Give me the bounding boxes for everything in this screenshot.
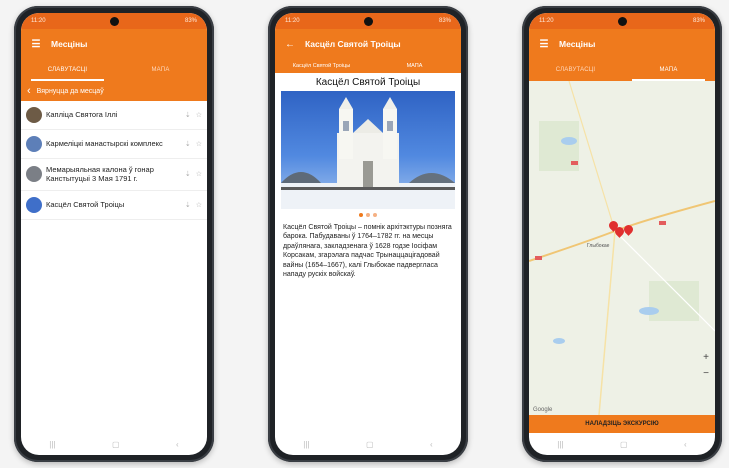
tab-sights[interactable]: СЛАВУТАСЦІ — [529, 59, 622, 81]
church-illustration — [281, 97, 455, 209]
system-nav-bar: ||| ▢ ‹ — [275, 433, 461, 455]
download-icon[interactable]: ⇣ — [185, 170, 191, 178]
tab-map[interactable]: МАПА — [368, 59, 461, 73]
list-item[interactable]: Капліца Святога Іллі ⇣ ☆ — [21, 101, 207, 130]
front-camera — [618, 17, 627, 26]
phone-list: 11:20 83% ☰ Месціны СЛАВУТАСЦІ МАПА ‹ Вя… — [14, 6, 214, 462]
star-icon[interactable]: ☆ — [196, 201, 202, 209]
chevron-left-icon: ‹ — [27, 85, 31, 97]
chapel-thumbnail-icon — [26, 107, 42, 123]
app-title: Месціны — [559, 39, 596, 49]
map-roads — [529, 80, 715, 416]
recents-icon[interactable]: ||| — [557, 440, 563, 449]
carousel-dots — [275, 209, 461, 221]
home-icon[interactable]: ▢ — [112, 440, 120, 449]
status-battery: 83% — [184, 18, 197, 24]
zoom-out-button[interactable]: − — [703, 368, 709, 379]
church-photo[interactable] — [281, 91, 455, 209]
status-time: 11:20 — [285, 18, 300, 24]
carousel-dot[interactable] — [373, 213, 377, 217]
home-icon[interactable]: ▢ — [366, 440, 374, 449]
screen-detail: 11:20 83% ← Касцёл Святой Троіцы Касцёл … — [275, 13, 461, 455]
back-icon[interactable]: ‹ — [684, 440, 687, 449]
app-bar: ☰ Месціны — [529, 29, 715, 59]
status-battery: 83% — [438, 18, 451, 24]
front-camera — [110, 17, 119, 26]
download-icon[interactable]: ⇣ — [185, 201, 191, 209]
status-time: 11:20 — [539, 18, 554, 24]
carousel-dot[interactable] — [359, 213, 363, 217]
tab-map[interactable]: МАПА — [114, 59, 207, 81]
back-icon[interactable]: ‹ — [176, 440, 179, 449]
app-bar: ← Касцёл Святой Троіцы — [275, 29, 461, 59]
tab-bar: СЛАВУТАСЦІ МАПА — [529, 59, 715, 81]
screen-map: 11:20 83% ☰ Месціны СЛАВУТАСЦІ МАПА Глыб… — [529, 13, 715, 455]
recents-icon[interactable]: ||| — [303, 440, 309, 449]
tab-sights[interactable]: Касцёл Святой Троіцы — [275, 59, 368, 73]
place-name: Мемарыяльная калона ў гонар Канстытуцыі … — [46, 165, 154, 184]
list-item[interactable]: Кармеліцкі манастырскі комплекс ⇣ ☆ — [21, 130, 207, 159]
screen-list: 11:20 83% ☰ Месціны СЛАВУТАСЦІ МАПА ‹ Вя… — [21, 13, 207, 455]
tab-bar: СЛАВУТАСЦІ МАПА — [21, 59, 207, 81]
app-bar: ☰ Месціны — [21, 29, 207, 59]
setup-tour-button[interactable]: НАЛАДЗІЦЬ ЭКСКУРСІЮ — [529, 415, 715, 433]
carousel-dot[interactable] — [366, 213, 370, 217]
back-icon[interactable]: ‹ — [430, 440, 433, 449]
tab-sights[interactable]: СЛАВУТАСЦІ — [21, 59, 114, 81]
back-label: Вярнуцца да месцаў — [36, 87, 104, 95]
download-icon[interactable]: ⇣ — [185, 140, 191, 148]
star-icon[interactable]: ☆ — [196, 170, 202, 178]
column-thumbnail-icon — [26, 166, 42, 183]
map-view[interactable]: Глыбокае + − Google — [529, 80, 715, 416]
menu-icon[interactable]: ☰ — [29, 39, 43, 50]
back-to-places[interactable]: ‹ Вярнуцца да месцаў — [21, 81, 207, 101]
system-nav-bar: ||| ▢ ‹ — [21, 433, 207, 455]
star-icon[interactable]: ☆ — [196, 111, 202, 119]
monastery-thumbnail-icon — [26, 136, 42, 152]
recents-icon[interactable]: ||| — [49, 440, 55, 449]
phone-detail: 11:20 83% ← Касцёл Святой Троіцы Касцёл … — [268, 6, 468, 462]
download-icon[interactable]: ⇣ — [185, 111, 191, 119]
place-name: Кармеліцкі манастырскі комплекс — [46, 139, 163, 149]
status-battery: 83% — [692, 18, 705, 24]
google-logo: Google — [533, 407, 553, 413]
list-item[interactable]: Касцёл Святой Троіцы ⇣ ☆ — [21, 191, 207, 220]
menu-icon[interactable]: ☰ — [537, 39, 551, 50]
zoom-in-button[interactable]: + — [703, 352, 709, 363]
front-camera — [364, 17, 373, 26]
app-title: Месціны — [51, 39, 88, 49]
star-icon[interactable]: ☆ — [196, 140, 202, 148]
phone-map: 11:20 83% ☰ Месціны СЛАВУТАСЦІ МАПА Глыб… — [522, 6, 722, 462]
detail-heading: Касцёл Святой Троіцы — [315, 77, 421, 88]
system-nav-bar: ||| ▢ ‹ — [529, 433, 715, 455]
home-icon[interactable]: ▢ — [620, 440, 628, 449]
arrow-left-icon[interactable]: ← — [283, 39, 297, 50]
places-list: Капліца Святога Іллі ⇣ ☆ Кармеліцкі мана… — [21, 101, 207, 220]
tab-map[interactable]: МАПА — [622, 59, 715, 81]
description-text: Касцёл Святой Троіцы – помнік архітэктур… — [283, 224, 452, 279]
place-name: Касцёл Святой Троіцы — [46, 200, 125, 210]
tab-bar: Касцёл Святой Троіцы МАПА — [275, 59, 461, 73]
status-time: 11:20 — [31, 18, 46, 24]
place-name: Капліца Святога Іллі — [46, 110, 118, 120]
church-thumbnail-icon — [26, 196, 42, 213]
map-town-label: Глыбокае — [587, 243, 610, 249]
app-title: Касцёл Святой Троіцы — [305, 39, 401, 49]
list-item[interactable]: Мемарыяльная калона ў гонар Канстытуцыі … — [21, 159, 207, 191]
